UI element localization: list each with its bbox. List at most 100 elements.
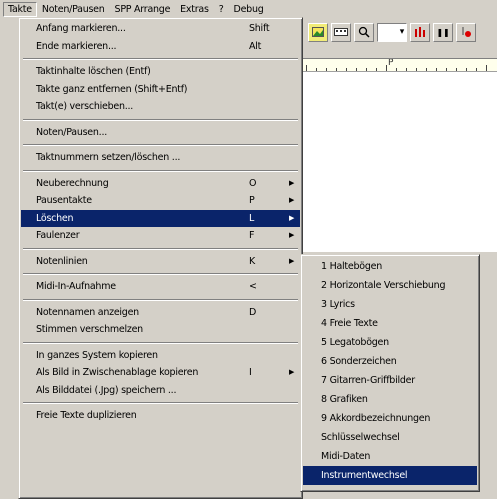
menu-help[interactable]: ? — [214, 2, 229, 17]
ruler-tick — [476, 68, 477, 71]
submenu-item-7-gitarren-griffbilder[interactable]: 7 Gitarren-Griffbilder — [303, 371, 477, 390]
menu-item-label: Neuberechnung — [36, 177, 109, 189]
zoom-icon-glyph — [358, 26, 370, 38]
menu-item-label: 4 Freie Texte — [321, 318, 378, 329]
menu-debug[interactable]: Debug — [229, 2, 269, 17]
menu-item-in-ganzes-system-kopieren[interactable]: In ganzes System kopieren — [21, 347, 300, 365]
menu-separator — [21, 399, 300, 407]
menu-item-label: Schlüsselwechsel — [321, 432, 400, 443]
menu-item-notenlinien[interactable]: Notenlinien K ▶ — [21, 253, 300, 271]
menu-separator — [21, 55, 300, 63]
submenu-item-2-horizontale-verschiebung[interactable]: 2 Horizontale Verschiebung — [303, 276, 477, 295]
menu-item-label: Als Bilddatei (.Jpg) speichern ... — [36, 384, 177, 396]
menu-item-notennamen-anzeigen[interactable]: Notennamen anzeigen D — [21, 304, 300, 322]
bar-chart-icon-glyph — [415, 27, 425, 37]
submenu-item-4-freie-texte[interactable]: 4 Freie Texte — [303, 314, 477, 333]
menu-item-label: Faulenzer — [36, 230, 80, 241]
submenu-item-midi-daten[interactable]: Midi-Daten — [303, 447, 477, 466]
submenu-item-3-lyrics[interactable]: 3 Lyrics — [303, 295, 477, 314]
menu-item-als-bilddatei-jpg-speichern[interactable]: Als Bilddatei (.Jpg) speichern ... — [21, 382, 300, 400]
menu-item-label: 1 Haltebögen — [321, 261, 382, 272]
measure-ruler: P — [300, 58, 497, 72]
ruler-tick — [306, 65, 307, 71]
submenu-item-instrumentwechsel[interactable]: Instrumentwechsel — [303, 466, 477, 485]
submenu-item-5-legatoboegen[interactable]: 5 Legatobögen — [303, 333, 477, 352]
metronome-icon-glyph — [462, 27, 471, 37]
menu-separator — [21, 245, 300, 253]
ruler-tick — [366, 68, 367, 71]
score-canvas[interactable] — [300, 72, 497, 252]
ruler-tick — [316, 68, 317, 71]
menu-item-anfang-markieren[interactable]: Anfang markieren... Shift — [21, 20, 300, 38]
ruler-tick — [326, 68, 327, 71]
menubar: Takte Noten/Pausen SPP Arrange Extras ? … — [0, 0, 497, 18]
metronome-icon[interactable] — [456, 22, 476, 42]
pause-icon[interactable]: ❚❚ — [433, 22, 453, 42]
menu-item-freie-texte-duplizieren[interactable]: Freie Texte duplizieren — [21, 407, 300, 425]
menu-item-label: 2 Horizontale Verschiebung — [321, 280, 446, 291]
zoom-icon[interactable] — [354, 22, 374, 42]
keyboard-icon[interactable] — [331, 22, 351, 42]
menu-item-label: Takt(e) verschieben... — [36, 101, 134, 112]
toolbar: ▾ ❚❚ — [300, 18, 497, 46]
ruler-tick — [346, 68, 347, 71]
menu-item-label: Instrumentwechsel — [321, 470, 408, 481]
menu-item-label: Notennamen anzeigen — [36, 306, 139, 318]
menu-item-label: Freie Texte duplizieren — [36, 410, 137, 421]
submenu-item-6-sonderzeichen[interactable]: 6 Sonderzeichen — [303, 352, 477, 371]
menu-item-label: Löschen — [36, 212, 74, 224]
menu-takte[interactable]: Takte — [3, 1, 37, 17]
menu-item-takt-e-verschieben[interactable]: Takt(e) verschieben... — [21, 98, 300, 116]
ruler-tick — [416, 68, 417, 71]
submenu-item-1-halteboegen[interactable]: 1 Haltebögen — [303, 257, 477, 276]
menu-item-als-bild-in-zwischenablage-kopieren[interactable]: Als Bild in Zwischenablage kopieren I ▶ — [21, 364, 300, 382]
menu-item-label: Takte ganz entfernen (Shift+Entf) — [36, 83, 188, 95]
menu-item-pausentakte[interactable]: Pausentakte P ▶ — [21, 192, 300, 210]
menu-extras[interactable]: Extras — [175, 2, 214, 17]
ruler-tick — [436, 68, 437, 71]
menu-item-takte-ganz-entfernen-shift-entf[interactable]: Takte ganz entfernen (Shift+Entf) — [21, 81, 300, 99]
submenu-item-schluesselwechsel[interactable]: Schlüsselwechsel — [303, 428, 477, 447]
keyboard-icon-glyph — [334, 28, 348, 36]
menu-item-shortcut: D — [249, 306, 257, 318]
menu-noten-pausen[interactable]: Noten/Pausen — [37, 2, 110, 17]
ruler-tick — [466, 68, 467, 71]
bar-chart-icon[interactable] — [410, 22, 430, 42]
submenu-arrow-icon: ▶ — [289, 178, 295, 187]
picture-icon[interactable] — [308, 22, 328, 42]
menu-item-stimmen-verschmelzen[interactable]: Stimmen verschmelzen — [21, 321, 300, 339]
menu-item-label: 6 Sonderzeichen — [321, 356, 397, 367]
menu-item-taktinhalte-loeschen-entf[interactable]: Taktinhalte löschen (Entf) — [21, 63, 300, 81]
submenu-arrow-icon: ▶ — [289, 368, 295, 376]
menu-item-label: 9 Akkordbezeichnungen — [321, 413, 431, 424]
ruler-tick — [336, 68, 337, 71]
menu-item-label: 8 Grafiken — [321, 394, 368, 405]
menu-item-label: Anfang markieren... — [36, 23, 126, 34]
menu-separator — [21, 167, 300, 175]
menu-item-shortcut: I — [249, 367, 252, 378]
menu-item-noten-pausen[interactable]: Noten/Pausen... — [21, 124, 300, 142]
menu-item-taktnummern-setzen-loeschen[interactable]: Taktnummern setzen/löschen ... — [21, 149, 300, 167]
menu-separator — [21, 339, 300, 347]
menu-item-midi-in-aufnahme[interactable]: Midi-In-Aufnahme < — [21, 278, 300, 296]
menu-item-label: 7 Gitarren-Griffbilder — [321, 375, 415, 386]
menu-item-faulenzer[interactable]: Faulenzer F ▶ — [21, 227, 300, 245]
ruler-tick — [386, 65, 387, 71]
menu-separator — [21, 296, 300, 304]
menu-item-label: Stimmen verschmelzen — [36, 324, 143, 335]
menu-item-loeschen[interactable]: Löschen L ▶ — [21, 209, 300, 227]
menu-item-label: In ganzes System kopieren — [36, 349, 158, 361]
pause-icon-glyph: ❚❚ — [436, 27, 450, 37]
menu-item-neuberechnung[interactable]: Neuberechnung O ▶ — [21, 175, 300, 193]
menu-spp-arrange[interactable]: SPP Arrange — [110, 2, 176, 17]
submenu-item-8-grafiken[interactable]: 8 Grafiken — [303, 390, 477, 409]
menu-separator — [21, 116, 300, 124]
ruler-tick — [426, 68, 427, 71]
ruler-marker: P — [388, 58, 394, 68]
menu-item-ende-markieren[interactable]: Ende markieren... Alt — [21, 38, 300, 56]
ruler-tick — [456, 68, 457, 71]
zoom-dropdown[interactable]: ▾ — [377, 22, 407, 42]
menu-item-label: Midi-Daten — [321, 451, 371, 462]
ruler-tick — [356, 68, 357, 71]
submenu-item-9-akkordbezeichnungen[interactable]: 9 Akkordbezeichnungen — [303, 409, 477, 428]
